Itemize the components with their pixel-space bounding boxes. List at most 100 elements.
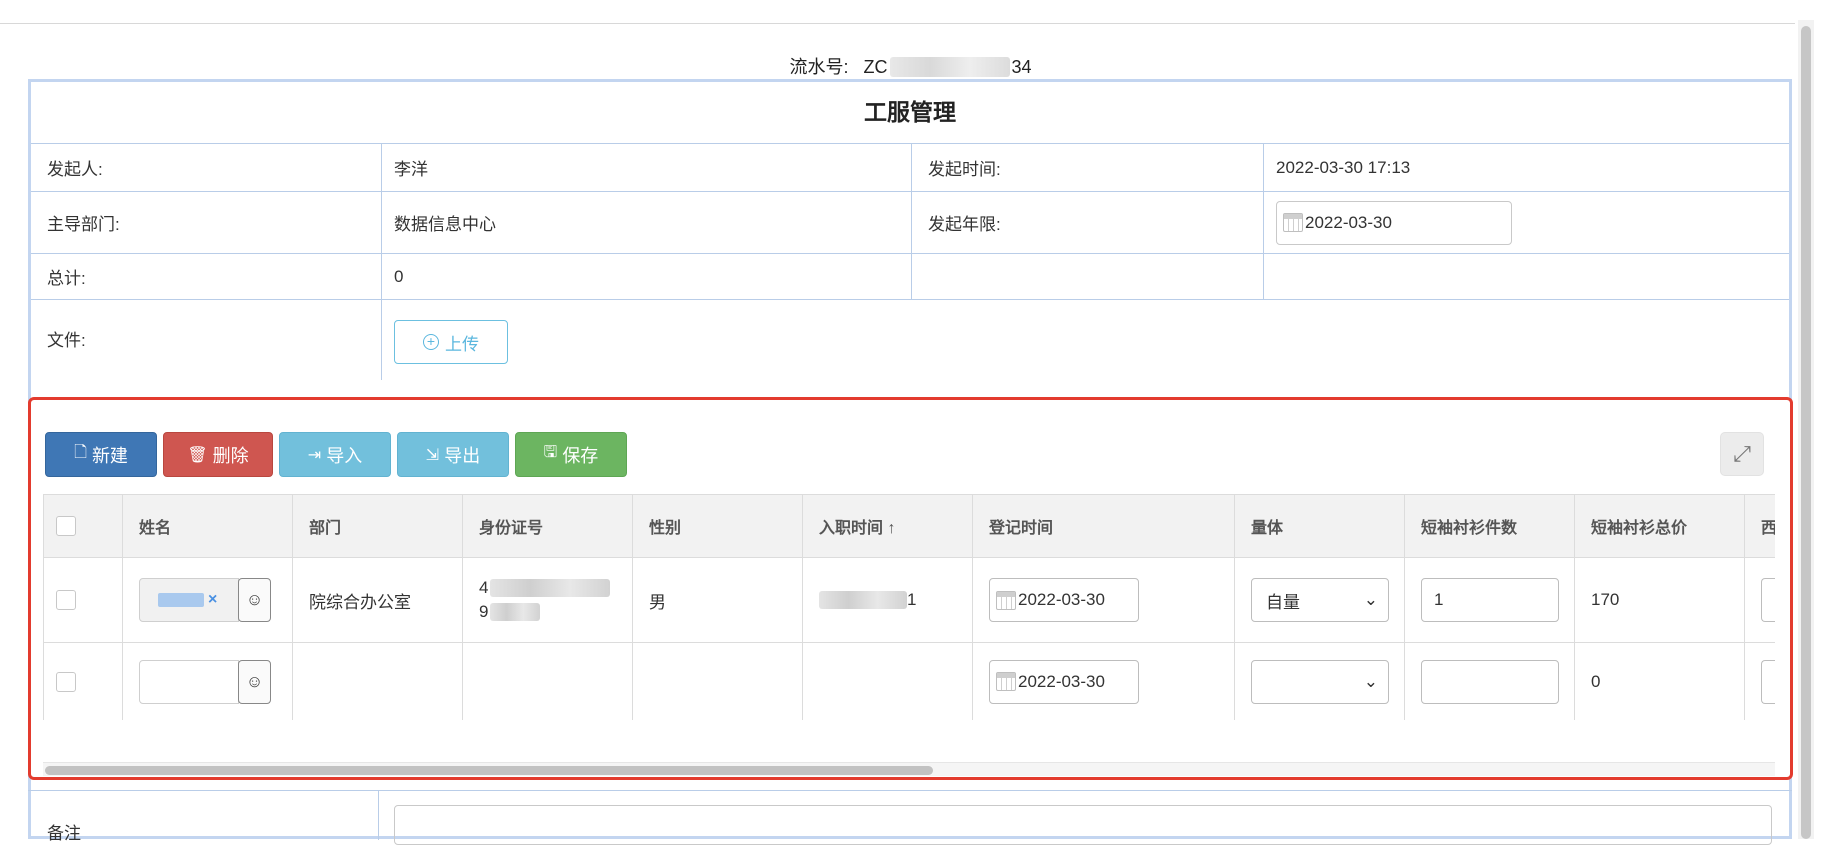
name-redacted	[158, 593, 204, 607]
total-value: 0	[382, 254, 912, 299]
select-all-checkbox[interactable]	[56, 516, 76, 536]
gender-cell: 男	[632, 557, 803, 643]
import-button[interactable]: ⇥ 导入	[279, 432, 391, 477]
sign-in-icon: ⇥	[307, 446, 322, 464]
shirt-total-cell: 0	[1574, 642, 1745, 720]
reg-date-cell: 2022-03-30	[972, 642, 1235, 720]
table-row[interactable]: × ☺ 院综合办公室 4 9 男 1 2022-03-30 自量 ⌄ 1 170	[43, 557, 1775, 643]
form-title: 工服管理	[31, 82, 1789, 144]
upload-button[interactable]: + 上传	[394, 320, 508, 364]
table-row[interactable]: ☺ 2022-03-30 ⌄ 0	[43, 642, 1775, 720]
row-checkbox-cell	[43, 642, 123, 720]
remark-textarea[interactable]	[394, 805, 1772, 845]
delete-button[interactable]: 🗑 删除	[163, 432, 273, 477]
total-label: 总计:	[31, 254, 382, 299]
next-cell	[1744, 642, 1775, 720]
reg-date-value: 2022-03-30	[1018, 590, 1105, 609]
remark-label: 备注	[28, 791, 379, 843]
header-shirt-total[interactable]: 短袖衬衫总价	[1574, 494, 1745, 558]
expand-icon: ⤢	[1733, 441, 1751, 466]
export-button[interactable]: ⇲ 导出	[397, 432, 509, 477]
measure-select[interactable]: 自量 ⌄	[1251, 578, 1389, 622]
upload-label: 上传	[445, 334, 479, 354]
serial-redacted	[889, 57, 1010, 77]
reg-date-input[interactable]: 2022-03-30	[989, 578, 1139, 622]
shirt-count-cell: 1	[1404, 557, 1575, 643]
measure-value: 自量	[1266, 592, 1300, 612]
header-measure[interactable]: 量体	[1234, 494, 1405, 558]
header-dept[interactable]: 部门	[292, 494, 463, 558]
grid-table-wrap: 姓名 部门 身份证号 性别 入职时间 ↑ 登记时间 量体 短袖衬衫件数 短袖衬衫…	[43, 494, 1775, 720]
header-shirt-count[interactable]: 短袖衬衫件数	[1404, 494, 1575, 558]
year-date-input[interactable]: 2022-03-30	[1276, 200, 1512, 245]
year-cell: 2022-03-30	[1264, 192, 1789, 253]
calendar-icon	[996, 672, 1016, 691]
header-reg-date[interactable]: 登记时间	[972, 494, 1235, 558]
new-label: 新建	[91, 445, 128, 466]
row-checkbox-cell	[43, 557, 123, 643]
reg-date-input[interactable]: 2022-03-30	[989, 659, 1139, 704]
expand-button[interactable]: ⤢	[1720, 432, 1764, 476]
row-checkbox[interactable]	[56, 590, 76, 610]
chevron-down-icon: ⌄	[1363, 671, 1378, 691]
grid-toolbar: 🗋 新建 🗑 删除 ⇥ 导入 ⇲ 导出 🖫 保存	[45, 432, 627, 477]
user-icon: ☺	[245, 671, 264, 691]
initiator-label: 发起人:	[31, 144, 382, 191]
page-scrollbar[interactable]	[1798, 20, 1814, 839]
name-cell: ☺	[122, 642, 293, 720]
save-button[interactable]: 🖫 保存	[515, 432, 627, 477]
name-picker: × ☺	[139, 578, 291, 622]
measure-cell: ⌄	[1234, 642, 1405, 720]
grid-horizontal-scrollbar[interactable]	[43, 762, 1775, 776]
delete-label: 删除	[212, 445, 249, 466]
name-input[interactable]	[139, 659, 239, 704]
id-prefix-1: 4	[479, 578, 489, 597]
shirt-count-input[interactable]	[1421, 659, 1559, 704]
dept-cell	[292, 642, 463, 720]
row-checkbox[interactable]	[56, 671, 76, 692]
sign-out-icon: ⇲	[425, 446, 440, 464]
id-redacted	[490, 603, 541, 621]
shirt-count-input[interactable]: 1	[1421, 578, 1559, 622]
name-picker: ☺	[139, 659, 291, 704]
next-input[interactable]	[1761, 578, 1775, 622]
serial-suffix: 34	[1011, 57, 1032, 77]
header-gender[interactable]: 性别	[632, 494, 803, 558]
time-label: 发起时间:	[912, 144, 1264, 191]
next-cell	[1744, 557, 1775, 643]
grid-table: 姓名 部门 身份证号 性别 入职时间 ↑ 登记时间 量体 短袖衬衫件数 短袖衬衫…	[43, 494, 1775, 720]
serial-number: 流水号: ZC 34	[0, 53, 1821, 79]
hire-date-suffix: 1	[907, 590, 917, 609]
name-cell: × ☺	[122, 557, 293, 643]
name-input[interactable]: ×	[139, 578, 239, 622]
header-next[interactable]: 西	[1744, 494, 1775, 558]
next-input[interactable]	[1761, 659, 1775, 704]
form-row-total: 总计: 0	[31, 254, 1789, 300]
header-name[interactable]: 姓名	[122, 494, 293, 558]
header-hire-date[interactable]: 入职时间 ↑	[802, 494, 973, 558]
calendar-icon	[996, 590, 1016, 610]
clear-icon[interactable]: ×	[208, 591, 217, 609]
new-button[interactable]: 🗋 新建	[45, 432, 157, 477]
user-icon: ☺	[245, 590, 264, 609]
id-prefix-2: 9	[479, 602, 489, 621]
page-scrollbar-thumb[interactable]	[1801, 26, 1811, 839]
user-picker-button[interactable]: ☺	[238, 578, 271, 622]
shirt-count-cell	[1404, 642, 1575, 720]
id-cell	[462, 642, 633, 720]
file-icon: 🗋	[74, 444, 87, 461]
hire-date-redacted	[819, 591, 907, 609]
grid-scrollbar-thumb[interactable]	[45, 766, 933, 775]
header-id[interactable]: 身份证号	[462, 494, 633, 558]
user-picker-button[interactable]: ☺	[238, 659, 271, 704]
form-row-dept: 主导部门: 数据信息中心 发起年限: 2022-03-30	[31, 192, 1789, 254]
measure-select[interactable]: ⌄	[1251, 659, 1389, 704]
empty-cell	[1264, 254, 1789, 299]
save-label: 保存	[562, 445, 599, 466]
top-divider	[0, 23, 1795, 24]
plus-circle-icon: +	[423, 334, 439, 350]
detail-grid-panel: 🗋 新建 🗑 删除 ⇥ 导入 ⇲ 导出 🖫 保存 ⤢ 姓名 部门 身份证号 性别 入职时间…	[28, 397, 1793, 780]
serial-label: 流水号:	[789, 57, 849, 77]
file-label: 文件:	[31, 300, 382, 380]
reg-date-value: 2022-03-30	[1018, 671, 1105, 691]
